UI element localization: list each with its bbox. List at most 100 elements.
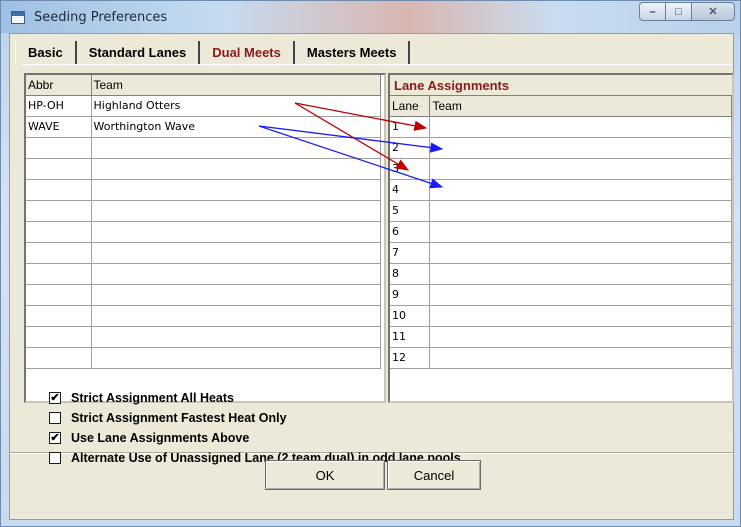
option-label: Strict Assignment Fastest Heat Only: [71, 411, 287, 425]
team-abbr-cell[interactable]: [26, 347, 92, 369]
lane-team-cell[interactable]: [429, 200, 732, 222]
column-header-lane[interactable]: Lane: [390, 96, 431, 117]
lane-number-cell: 8: [390, 263, 431, 285]
team-abbr-cell[interactable]: [26, 305, 92, 327]
lane-team-cell[interactable]: [429, 137, 732, 159]
lane-row[interactable]: 4: [390, 179, 732, 201]
table-row[interactable]: [26, 221, 381, 243]
team-name-cell[interactable]: Highland Otters: [91, 95, 381, 117]
table-row[interactable]: [26, 137, 381, 159]
table-row[interactable]: [26, 263, 381, 285]
lane-number-cell: 1: [390, 116, 431, 138]
table-row[interactable]: HP-OH Highland Otters: [26, 95, 381, 117]
lane-team-cell[interactable]: [429, 242, 732, 264]
checkbox-use-lane-assignments[interactable]: ✔: [49, 432, 61, 444]
lane-row[interactable]: 6: [390, 221, 732, 243]
team-name-cell[interactable]: [91, 221, 381, 243]
lane-team-cell[interactable]: [429, 116, 732, 138]
table-row[interactable]: [26, 284, 381, 306]
lane-team-cell[interactable]: [429, 326, 732, 348]
checkbox-strict-all-heats[interactable]: ✔: [49, 392, 61, 404]
table-row[interactable]: [26, 347, 381, 369]
column-header-team[interactable]: Team: [429, 96, 732, 117]
lane-team-cell[interactable]: [429, 221, 732, 243]
option-strict-fastest-heat[interactable]: Strict Assignment Fastest Heat Only: [49, 408, 461, 428]
lane-row[interactable]: 9: [390, 284, 732, 306]
team-abbr-cell[interactable]: [26, 137, 92, 159]
table-row[interactable]: [26, 179, 381, 201]
lane-team-cell[interactable]: [429, 179, 732, 201]
lane-number-cell: 2: [390, 137, 431, 159]
team-name-cell[interactable]: Worthington Wave: [91, 116, 381, 138]
ok-button[interactable]: OK: [265, 460, 385, 490]
team-abbr-cell[interactable]: HP-OH: [26, 95, 92, 117]
lane-row[interactable]: 11: [390, 326, 732, 348]
team-abbr-cell[interactable]: [26, 200, 92, 222]
lane-assignments-grid[interactable]: Lane Assignments Lane Team 1 2 3 4 5 6 7 8 9 10 11…: [388, 73, 734, 403]
team-name-cell[interactable]: [91, 305, 381, 327]
tab-masters-meets[interactable]: Masters Meets: [295, 41, 411, 64]
team-name-cell[interactable]: [91, 242, 381, 264]
column-header-team[interactable]: Team: [91, 75, 381, 96]
lane-team-cell[interactable]: [429, 305, 732, 327]
team-name-cell[interactable]: [91, 284, 381, 306]
lane-row[interactable]: 2: [390, 137, 732, 159]
lane-row[interactable]: 3: [390, 158, 732, 180]
tab-standard-lanes[interactable]: Standard Lanes: [77, 41, 201, 64]
team-abbr-cell[interactable]: [26, 284, 92, 306]
lane-row[interactable]: 7: [390, 242, 732, 264]
lane-team-cell[interactable]: [429, 263, 732, 285]
title-bar[interactable]: Seeding Preferences – □ ✕: [1, 1, 740, 33]
lane-number-cell: 3: [390, 158, 431, 180]
team-name-cell[interactable]: [91, 137, 381, 159]
table-row[interactable]: [26, 200, 381, 222]
lane-row[interactable]: 8: [390, 263, 732, 285]
table-row[interactable]: [26, 326, 381, 348]
lane-team-cell[interactable]: [429, 347, 732, 369]
table-row[interactable]: [26, 158, 381, 180]
minimize-icon: –: [649, 5, 656, 18]
teams-grid[interactable]: Abbr Team HP-OH Highland Otters WAVE Worthi…: [24, 73, 386, 403]
option-use-lane-assignments[interactable]: ✔ Use Lane Assignments Above: [49, 428, 461, 448]
lane-assignments-title: Lane Assignments: [390, 75, 732, 96]
tab-basic[interactable]: Basic: [15, 41, 77, 64]
table-row[interactable]: [26, 242, 381, 264]
team-abbr-cell[interactable]: [26, 158, 92, 180]
lane-team-cell[interactable]: [429, 284, 732, 306]
close-button[interactable]: ✕: [691, 2, 735, 21]
lane-row[interactable]: 12: [390, 347, 732, 369]
checkbox-alternate-unassigned-lane[interactable]: [49, 452, 61, 464]
lane-number-cell: 9: [390, 284, 431, 306]
team-abbr-cell[interactable]: WAVE: [26, 116, 92, 138]
team-abbr-cell[interactable]: [26, 221, 92, 243]
ok-label: OK: [315, 467, 335, 483]
lane-row[interactable]: 10: [390, 305, 732, 327]
team-name-cell[interactable]: [91, 326, 381, 348]
tab-dual-meets[interactable]: Dual Meets: [200, 41, 295, 64]
team-name-cell[interactable]: [91, 158, 381, 180]
maximize-button[interactable]: □: [665, 2, 692, 21]
team-name-cell[interactable]: [91, 263, 381, 285]
lane-team-cell[interactable]: [429, 158, 732, 180]
app-icon: [11, 11, 25, 24]
cancel-button[interactable]: Cancel: [387, 460, 481, 490]
lane-number-cell: 10: [390, 305, 431, 327]
team-name-cell[interactable]: [91, 179, 381, 201]
lane-number-cell: 7: [390, 242, 431, 264]
minimize-button[interactable]: –: [639, 2, 666, 21]
table-row[interactable]: WAVE Worthington Wave: [26, 116, 381, 138]
checkbox-strict-fastest-heat[interactable]: [49, 412, 61, 424]
option-strict-all-heats[interactable]: ✔ Strict Assignment All Heats: [49, 388, 461, 408]
table-row[interactable]: [26, 305, 381, 327]
team-abbr-cell[interactable]: [26, 326, 92, 348]
tab-label: Dual Meets: [212, 45, 281, 60]
team-name-cell[interactable]: [91, 200, 381, 222]
team-abbr-cell[interactable]: [26, 179, 92, 201]
team-name-cell[interactable]: [91, 347, 381, 369]
column-header-abbr[interactable]: Abbr: [26, 75, 92, 96]
maximize-icon: □: [675, 5, 682, 18]
lane-row[interactable]: 5: [390, 200, 732, 222]
lane-row[interactable]: 1: [390, 116, 732, 138]
team-abbr-cell[interactable]: [26, 242, 92, 264]
team-abbr-cell[interactable]: [26, 263, 92, 285]
